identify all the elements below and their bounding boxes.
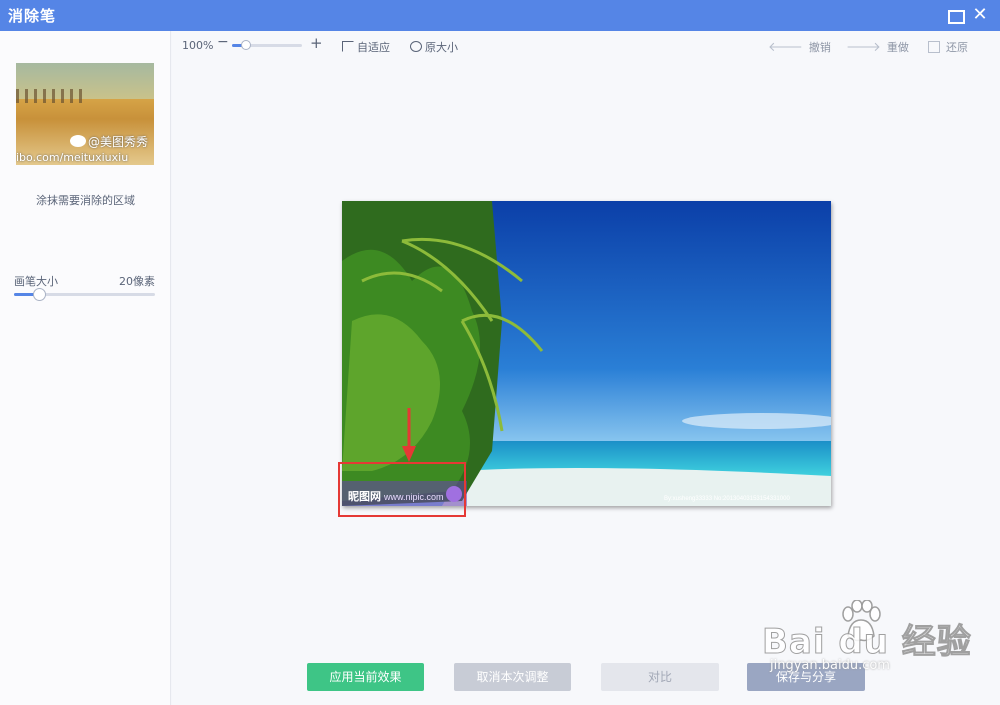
sidebar: @美图秀秀 ibo.com/meituxiuxiu 涂抹需要消除的区域 画笔大小… [0,31,171,705]
thumbnail-watermark-url: ibo.com/meituxiuxiu [16,151,129,164]
erase-hint: 涂抹需要消除的区域 [36,194,135,207]
zoom-handle[interactable] [241,40,251,50]
fit-label: 自适应 [357,41,390,54]
apply-button[interactable]: 应用当前效果 [307,663,424,691]
brush-size-value: 20像素 [119,275,155,288]
window-title: 消除笔 [8,7,57,25]
original-size-label: 原大小 [425,41,458,54]
fit-button[interactable]: 自适应 [342,39,390,55]
brush-size-slider[interactable] [14,288,155,301]
zoom-slider[interactable] [232,40,302,50]
title-bar: 消除笔 ✕ [0,0,1000,31]
redo-button[interactable]: 🡒 重做 [846,39,909,55]
fit-icon [342,41,354,52]
zoom-in-button[interactable]: + [310,34,323,52]
highlight-box [338,462,466,517]
undo-button[interactable]: 🡐 撤销 [768,39,831,55]
save-share-button[interactable]: 保存与分享 [747,663,865,691]
photo-watermark-right: By:xusheng33333 No:20130403153154331000 [664,496,790,502]
arrow-right-icon: 🡒 [846,40,881,55]
undo-label: 撤销 [808,41,831,54]
toolbar: 100% − + 自适应 原大小 🡐 撤销 🡒 重做 还原 [172,31,1000,61]
weibo-icon [69,135,86,147]
original-size-button[interactable]: 原大小 [410,39,458,55]
close-icon[interactable]: ✕ [971,6,989,24]
zoom-percent: 100% [182,39,214,52]
brush-size-label: 画笔大小 [14,275,58,288]
arrow-left-icon: 🡐 [768,40,803,55]
red-arrow-icon [402,408,416,462]
magnifier-icon [410,41,422,52]
canvas-area: 昵图网 www.nipic.com By:xusheng33333 No:201… [172,61,1000,705]
cancel-button[interactable]: 取消本次调整 [454,663,571,691]
image-icon [928,41,940,53]
brush-size-handle[interactable] [33,288,47,301]
image-thumbnail: @美图秀秀 ibo.com/meituxiuxiu [16,63,154,165]
compare-button[interactable]: 对比 [601,663,719,691]
restore-label: 还原 [946,41,968,54]
restore-button[interactable]: 还原 [928,39,968,55]
thumbnail-watermark-handle: @美图秀秀 [87,135,148,149]
maximize-icon[interactable] [946,6,965,24]
redo-label: 重做 [886,41,909,54]
zoom-out-button[interactable]: − [217,34,229,50]
